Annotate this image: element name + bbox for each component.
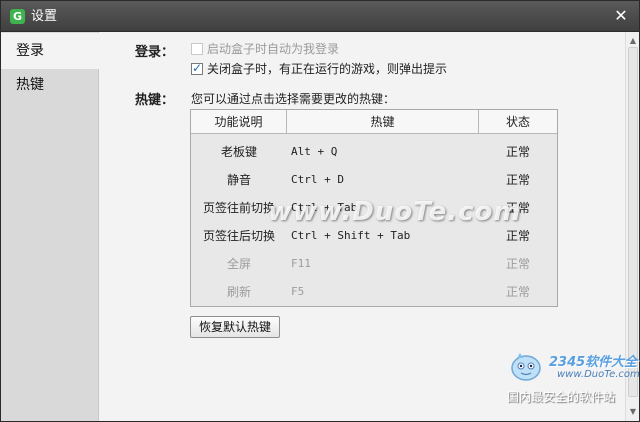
function-cell: 老板键 <box>220 145 257 159</box>
hotkey-cell: Alt + Q <box>291 145 338 158</box>
hotkey-cell: F5 <box>291 285 305 298</box>
sidebar-item-label: 热键 <box>16 77 44 93</box>
column-header-status: 状态 <box>505 115 530 129</box>
title-bar[interactable]: G 设置 ✕ <box>1 1 639 32</box>
status-cell: 正常 <box>505 145 530 159</box>
sidebar: 登录 热键 <box>1 32 100 421</box>
scroll-thumb[interactable] <box>628 47 638 397</box>
hotkeys-hint: 您可以通过点击选择需要更改的热键： <box>191 92 396 106</box>
corner-logo-text: 2345软件大全 <box>549 355 638 370</box>
function-cell: 刷新 <box>226 285 251 299</box>
table-header: 功能说明 热键 状态 <box>191 110 557 134</box>
corner-watermark: 2345软件大全 www.DuoTe.com 国内最安全的软件站 <box>501 347 640 417</box>
mascot-icon <box>511 353 541 381</box>
restore-default-hotkeys-button[interactable]: 恢复默认热键 <box>190 316 280 338</box>
close-prompt-checkbox[interactable] <box>191 61 203 75</box>
status-cell: 正常 <box>505 173 530 187</box>
status-cell: 正常 <box>505 285 530 299</box>
watermark-text: www.DuoTe.com <box>268 197 522 227</box>
sidebar-item-hotkeys[interactable]: 热键 <box>1 67 99 103</box>
hotkeys-section-label: 热键： <box>135 93 175 108</box>
app-logo-icon: G <box>10 9 25 24</box>
table-row[interactable]: 刷新 F5 正常 <box>191 278 557 306</box>
hotkey-cell: F11 <box>291 257 311 270</box>
hotkey-cell: Ctrl + D <box>291 173 344 186</box>
function-cell: 静音 <box>226 173 251 187</box>
auto-login-label: 启动盒子时自动为我登录 <box>207 42 340 56</box>
settings-window: G 设置 ✕ 登录 热键 登录： 启动盒子时自动为我登录 关闭盒子时，有正在运行… <box>0 0 640 422</box>
close-prompt-label: 关闭盒子时，有正在运行的游戏，则弹出提示 <box>207 62 448 76</box>
table-row[interactable]: 静音 Ctrl + D 正常 <box>191 166 557 194</box>
sidebar-item-label: 登录 <box>16 43 44 59</box>
close-prompt-option[interactable]: 关闭盒子时，有正在运行的游戏，则弹出提示 <box>191 60 521 78</box>
column-header-function: 功能说明 <box>191 110 287 134</box>
corner-site-text: www.DuoTe.com <box>557 369 640 380</box>
sidebar-item-login[interactable]: 登录 <box>1 33 100 69</box>
corner-slogan-text: 国内最安全的软件站 <box>507 390 616 404</box>
table-row[interactable]: 全屏 F11 正常 <box>191 250 557 278</box>
column-header-hotkey: 热键 <box>287 110 479 134</box>
window-title: 设置 <box>31 9 58 24</box>
scroll-up-icon[interactable]: ▲ <box>627 35 639 47</box>
close-icon[interactable]: ✕ <box>613 7 629 25</box>
auto-login-option[interactable]: 启动盒子时自动为我登录 <box>191 40 491 58</box>
login-section-label: 登录： <box>135 45 175 60</box>
function-cell: 全屏 <box>226 257 251 271</box>
status-cell: 正常 <box>505 257 530 271</box>
table-row[interactable]: 老板键 Alt + Q 正常 <box>191 138 557 166</box>
auto-login-checkbox[interactable] <box>191 43 203 55</box>
